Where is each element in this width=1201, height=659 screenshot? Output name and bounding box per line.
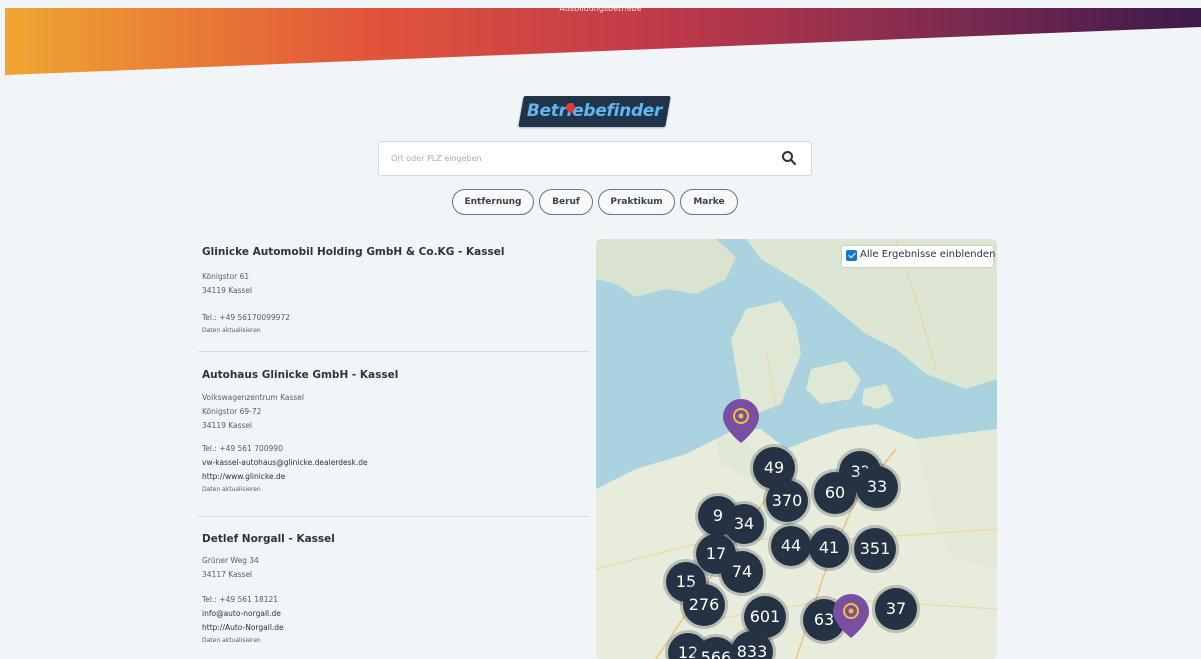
result-title[interactable]: Detlef Norgall - Kassel — [202, 533, 590, 545]
result-address-street: Königstor 61 — [202, 272, 250, 281]
map-location-pin-icon[interactable] — [722, 398, 760, 444]
result-web-link[interactable]: http://Auto-Norgall.de — [202, 621, 590, 635]
map-cluster-marker[interactable]: 44 — [771, 526, 811, 566]
map-location-pin-icon[interactable] — [832, 593, 870, 639]
result-address-street: Königstor 69-72 — [202, 407, 262, 416]
result-title[interactable]: Glinicke Automobil Holding GmbH & Co.KG … — [202, 246, 590, 258]
result-divider — [198, 351, 590, 352]
map-cluster-marker[interactable]: 33 — [856, 466, 898, 508]
result-address-city: 34119 Kassel — [202, 286, 253, 295]
result-phone[interactable]: Tel.: +49 561 18121 — [202, 593, 590, 607]
show-all-results-label: Alle Ergebnisse einblenden — [860, 249, 996, 260]
result-phone[interactable]: Tel.: +49 561 700990 — [202, 442, 590, 456]
result-divider — [198, 516, 590, 517]
map-view[interactable] — [596, 239, 997, 659]
result-item[interactable]: Autohaus Glinicke GmbH - Kassel Volkswag… — [202, 369, 590, 496]
result-address-street: Grüner Weg 34 — [202, 556, 259, 565]
map-cluster-marker[interactable]: 37 — [875, 588, 917, 630]
map-cluster-marker[interactable]: 34 — [724, 504, 764, 544]
result-web-link[interactable]: http://www.glinicke.de — [202, 470, 590, 484]
result-email-link[interactable]: info@auto-norgall.de — [202, 607, 590, 621]
result-subtitle: Volkswagenzentrum Kassel — [202, 393, 304, 402]
filter-marke-button[interactable]: Marke — [680, 189, 738, 215]
show-all-results-checkbox[interactable] — [846, 250, 857, 261]
filter-praktikum-button[interactable]: Praktikum — [598, 189, 675, 215]
map-tiles — [596, 239, 997, 659]
map-cluster-marker[interactable]: 60 — [814, 472, 856, 514]
result-title[interactable]: Autohaus Glinicke GmbH - Kassel — [202, 369, 590, 381]
result-update-link[interactable]: Daten aktualisieren — [202, 484, 590, 496]
banner-caption: Ausbildungsbetriebe — [559, 4, 642, 13]
filter-entfernung-button[interactable]: Entfernung — [452, 189, 534, 215]
map-cluster-marker[interactable]: 41 — [809, 528, 849, 568]
result-phone[interactable]: Tel.: +49 56170099972 — [202, 311, 590, 325]
map-cluster-marker[interactable]: 276 — [683, 584, 725, 626]
map-cluster-marker[interactable]: 74 — [721, 551, 763, 593]
logo-text: Betriebefinder — [526, 101, 663, 121]
result-address-city: 34119 Kassel — [202, 421, 253, 430]
search-icon[interactable] — [780, 149, 798, 167]
result-item[interactable]: Glinicke Automobil Holding GmbH & Co.KG … — [202, 246, 590, 337]
result-email-link[interactable]: vw-kassel-autohaus@glinicke.dealerdesk.d… — [202, 456, 590, 470]
result-update-link[interactable]: Daten aktualisieren — [202, 635, 590, 647]
result-item[interactable]: Detlef Norgall - Kassel Grüner Weg 34 34… — [202, 533, 590, 647]
search-box — [378, 141, 812, 176]
result-update-link[interactable]: Daten aktualisieren — [202, 325, 590, 337]
filter-beruf-button[interactable]: Beruf — [539, 189, 593, 215]
map-cluster-marker[interactable]: 370 — [766, 480, 808, 522]
result-address-city: 34117 Kassel — [202, 570, 253, 579]
map-cluster-marker[interactable]: 351 — [854, 528, 896, 570]
search-input[interactable] — [391, 142, 771, 175]
